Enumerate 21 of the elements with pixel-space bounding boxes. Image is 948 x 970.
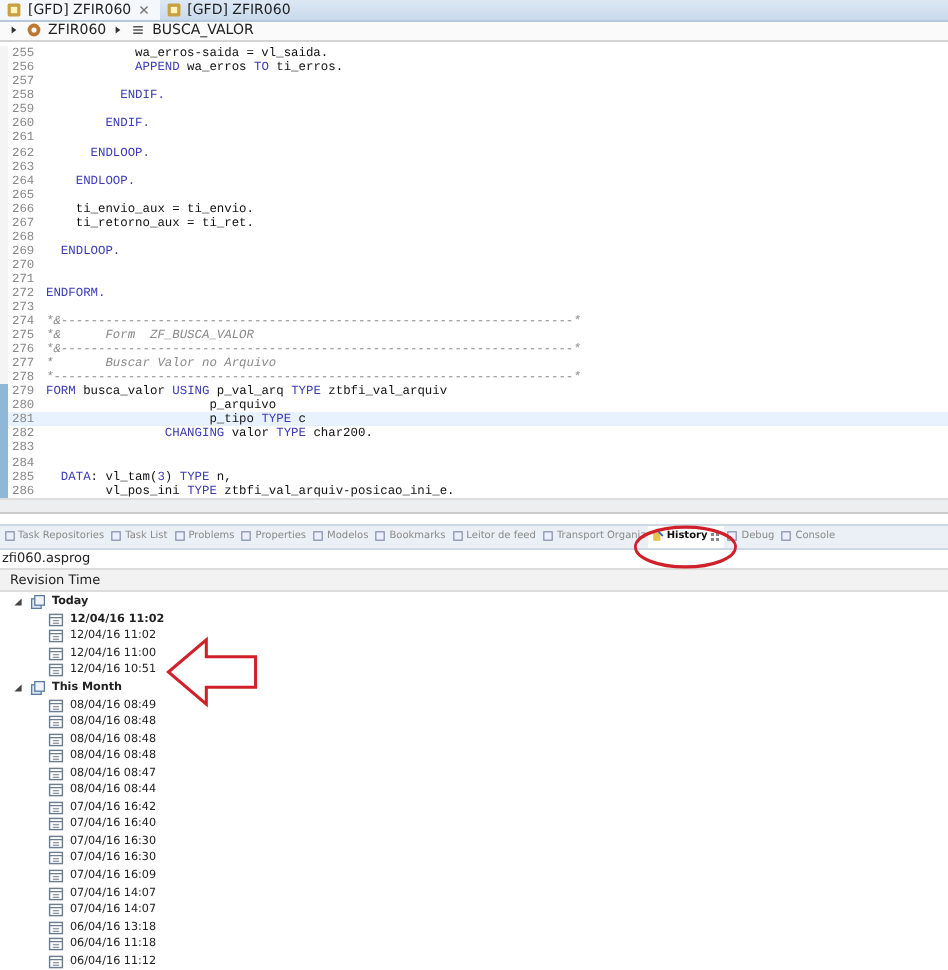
chevron-icon bbox=[112, 24, 125, 37]
view-icon bbox=[110, 530, 123, 543]
view-icon bbox=[451, 530, 464, 543]
view-icon bbox=[240, 530, 253, 543]
view-icon bbox=[173, 530, 186, 543]
expanded-icon[interactable] bbox=[12, 596, 24, 609]
view-icon bbox=[312, 530, 325, 543]
file-icon bbox=[165, 1, 182, 18]
horizontal-scrollbar[interactable] bbox=[0, 497, 948, 512]
history-group-icon bbox=[30, 679, 46, 696]
view-icon bbox=[374, 530, 387, 543]
chevron-icon bbox=[8, 24, 20, 37]
file-icon bbox=[6, 1, 22, 18]
view-icon bbox=[780, 530, 793, 543]
pointer-arrow bbox=[164, 636, 260, 708]
view-icon bbox=[541, 530, 554, 543]
history-group-icon bbox=[30, 594, 46, 611]
view-icon bbox=[726, 530, 739, 543]
view-icon bbox=[651, 530, 664, 543]
list-icon bbox=[130, 22, 147, 39]
expanded-icon[interactable] bbox=[12, 681, 24, 694]
